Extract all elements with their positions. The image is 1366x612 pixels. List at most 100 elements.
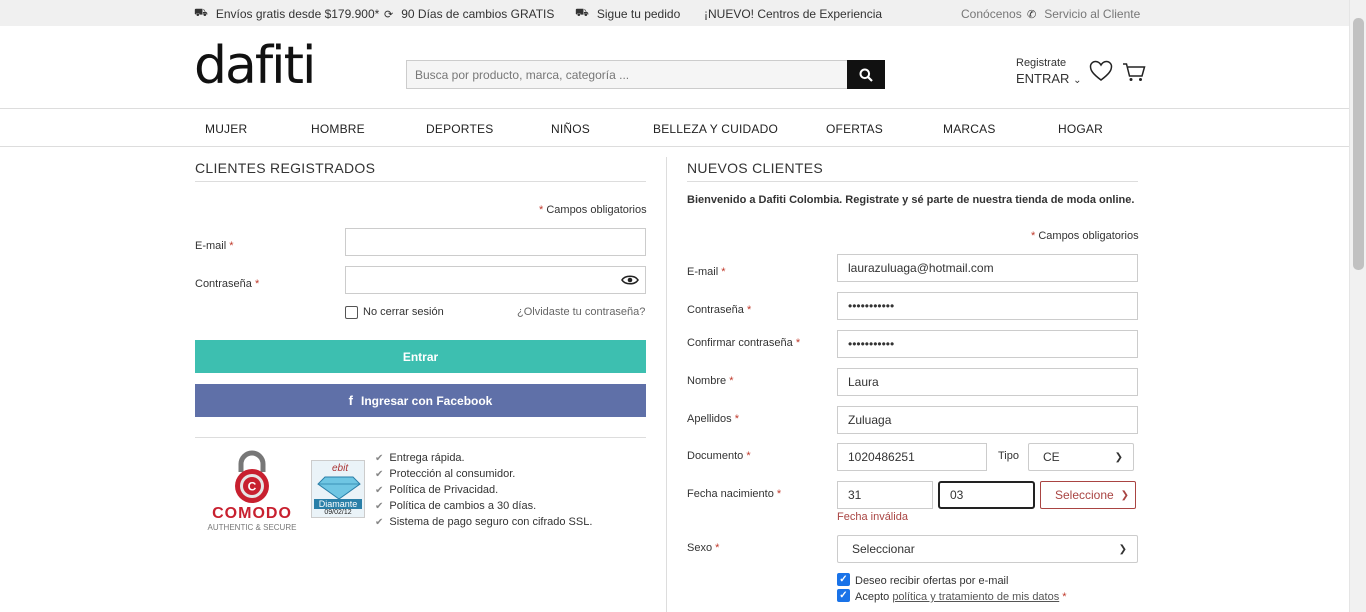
document-type-label: Tipo (998, 450, 1019, 462)
terms-required-star: * (1062, 591, 1067, 603)
confirm-password-label-text: Confirmar contraseña (687, 337, 793, 349)
login-password-label-text: Contraseña (195, 278, 252, 290)
document-type-value: CE (1043, 450, 1060, 464)
facebook-login-button[interactable]: f Ingresar con Facebook (195, 384, 646, 417)
about-text: Conócenos (961, 7, 1022, 21)
login-dropdown[interactable]: ENTRAR ⌄ (1016, 71, 1081, 86)
register-email-label-text: E-mail (687, 266, 719, 278)
surname-field[interactable]: Zuluaga (837, 406, 1138, 434)
document-label: Documento * (687, 450, 751, 462)
trust-item-text: Sistema de pago seguro con cifrado SSL. (389, 516, 593, 528)
name-field[interactable]: Laura (837, 368, 1138, 396)
terms-prefix: Acepto (855, 591, 890, 603)
nav-item-mujer[interactable]: MUJER (205, 122, 247, 136)
document-field[interactable]: 1020486251 (837, 443, 987, 471)
list-item: ✔ Sistema de pago seguro con cifrado SSL. (375, 514, 592, 530)
nav-item-hombre[interactable]: HOMBRE (311, 122, 365, 136)
trust-item-text: Entrega rápida. (389, 452, 465, 464)
register-password-field[interactable]: ••••••••••• (837, 292, 1138, 320)
register-required-note: * Campos obligatorios (1031, 230, 1139, 242)
wishlist-heart-icon[interactable] (1089, 60, 1113, 82)
register-description: Bienvenido a Dafiti Colombia. Registrate… (687, 194, 1135, 206)
truck-icon: ⛟ (194, 7, 208, 19)
truck-icon: ⛟ (575, 7, 589, 19)
name-label: Nombre * (687, 375, 734, 387)
document-type-select[interactable]: CE ❯ (1028, 443, 1134, 471)
free-shipping-info[interactable]: ⛟ Envíos gratis desde $179.900* (194, 7, 379, 21)
trust-item-text: Política de cambios a 30 días. (389, 500, 537, 512)
facebook-login-label: Ingresar con Facebook (360, 393, 493, 408)
customer-service-text: Servicio al Cliente (1044, 7, 1141, 21)
birth-year-select[interactable]: Seleccione ❯ (1040, 481, 1136, 509)
comodo-badge: C COMODO AUTHENTIC & SECURE (204, 450, 300, 532)
register-link[interactable]: Registrate (1016, 57, 1081, 69)
birth-month-field[interactable]: 03 (938, 481, 1035, 509)
login-password-label: Contraseña * (195, 278, 260, 290)
diamond-icon (317, 476, 361, 500)
birth-day-field[interactable]: 31 (837, 481, 933, 509)
check-icon: ✔ (375, 516, 384, 528)
search-input[interactable] (406, 60, 848, 89)
padlock-icon: C (235, 450, 269, 503)
account-menu[interactable]: Registrate ENTRAR ⌄ (1016, 57, 1081, 86)
facebook-icon: f (348, 393, 353, 408)
track-order-link[interactable]: ⛟ Sigue tu pedido (575, 7, 680, 21)
search-button[interactable] (847, 60, 885, 89)
trust-item-text: Protección al consumidor. (389, 468, 516, 480)
nav-item-belleza[interactable]: BELLEZA Y CUIDADO (653, 122, 778, 136)
register-email-field[interactable]: laurazuluaga@hotmail.com (837, 254, 1138, 282)
eye-icon[interactable] (621, 273, 639, 287)
trust-item-text: Política de Privacidad. (389, 484, 499, 496)
list-item: ✔ Política de Privacidad. (375, 482, 592, 498)
surname-label: Apellidos * (687, 413, 739, 425)
scrollbar-thumb[interactable] (1353, 18, 1364, 270)
keep-session-checkbox[interactable] (345, 306, 358, 319)
privacy-policy-link[interactable]: política y tratamiento de mis datos (892, 591, 1059, 603)
nav-item-deportes[interactable]: DEPORTES (426, 122, 493, 136)
login-email-label: E-mail * (195, 240, 234, 252)
keep-session-label: No cerrar sesión (363, 306, 444, 318)
top-bar: ⛟ Envíos gratis desde $179.900* ⟳ 90 Día… (0, 0, 1349, 26)
page-scrollbar[interactable] (1349, 0, 1366, 612)
login-button[interactable]: Entrar (195, 340, 646, 373)
register-required-text: Campos obligatorios (1038, 230, 1139, 242)
customer-service-link[interactable]: ✆ Servicio al Cliente (1027, 7, 1140, 21)
sex-label-text: Sexo (687, 542, 713, 554)
check-icon: ✔ (375, 484, 384, 496)
chevron-down-icon: ❯ (1118, 543, 1127, 555)
terms-checkbox[interactable]: ✓ (837, 589, 850, 602)
ebit-diamante-badge: ebit Diamante 09/02/12 (311, 460, 365, 518)
nav-item-ninos[interactable]: NIÑOS (551, 122, 590, 136)
diamante-date: 09/02/12 (324, 509, 352, 516)
sex-value: Seleccionar (852, 542, 915, 556)
chevron-down-icon: ⌄ (1073, 75, 1082, 86)
sex-select[interactable]: Seleccionar ❯ (837, 535, 1138, 563)
sex-label: Sexo * (687, 542, 720, 554)
offers-checkbox[interactable]: ✓ (837, 573, 850, 586)
login-email-field[interactable] (345, 228, 646, 256)
login-section-title: CLIENTES REGISTRADOS (195, 160, 376, 176)
nav-item-ofertas[interactable]: OFERTAS (826, 122, 883, 136)
returns-text: 90 Días de cambios GRATIS (401, 7, 555, 21)
surname-label-text: Apellidos (687, 413, 732, 425)
about-link[interactable]: Conócenos (961, 7, 1022, 21)
diamante-label: Diamante (314, 499, 362, 509)
cart-icon[interactable] (1122, 62, 1146, 82)
chevron-down-icon: ❯ (1114, 451, 1123, 463)
login-password-field[interactable] (345, 266, 646, 294)
dafiti-logo[interactable]: dafiti (194, 40, 316, 92)
track-order-text: Sigue tu pedido (596, 7, 681, 21)
terms-label: Acepto política y tratamiento de mis dat… (855, 591, 1067, 603)
confirm-password-field[interactable]: ••••••••••• (837, 330, 1138, 358)
nav-item-marcas[interactable]: MARCAS (943, 122, 996, 136)
document-label-text: Documento (687, 450, 744, 462)
birthdate-label: Fecha nacimiento * (687, 488, 782, 500)
name-label-text: Nombre (687, 375, 727, 387)
nav-item-hogar[interactable]: HOGAR (1058, 122, 1103, 136)
forgot-password-link[interactable]: ¿Olvidaste tu contraseña? (517, 306, 645, 318)
experience-centers-link[interactable]: ¡NUEVO! Centros de Experiencia (704, 7, 882, 21)
main-nav: MUJER HOMBRE DEPORTES NIÑOS BELLEZA Y CU… (0, 110, 1349, 147)
login-label: ENTRAR (1016, 71, 1070, 86)
returns-info[interactable]: ⟳ 90 Días de cambios GRATIS (384, 7, 554, 21)
free-shipping-text: Envíos gratis desde $179.900* (215, 7, 380, 21)
